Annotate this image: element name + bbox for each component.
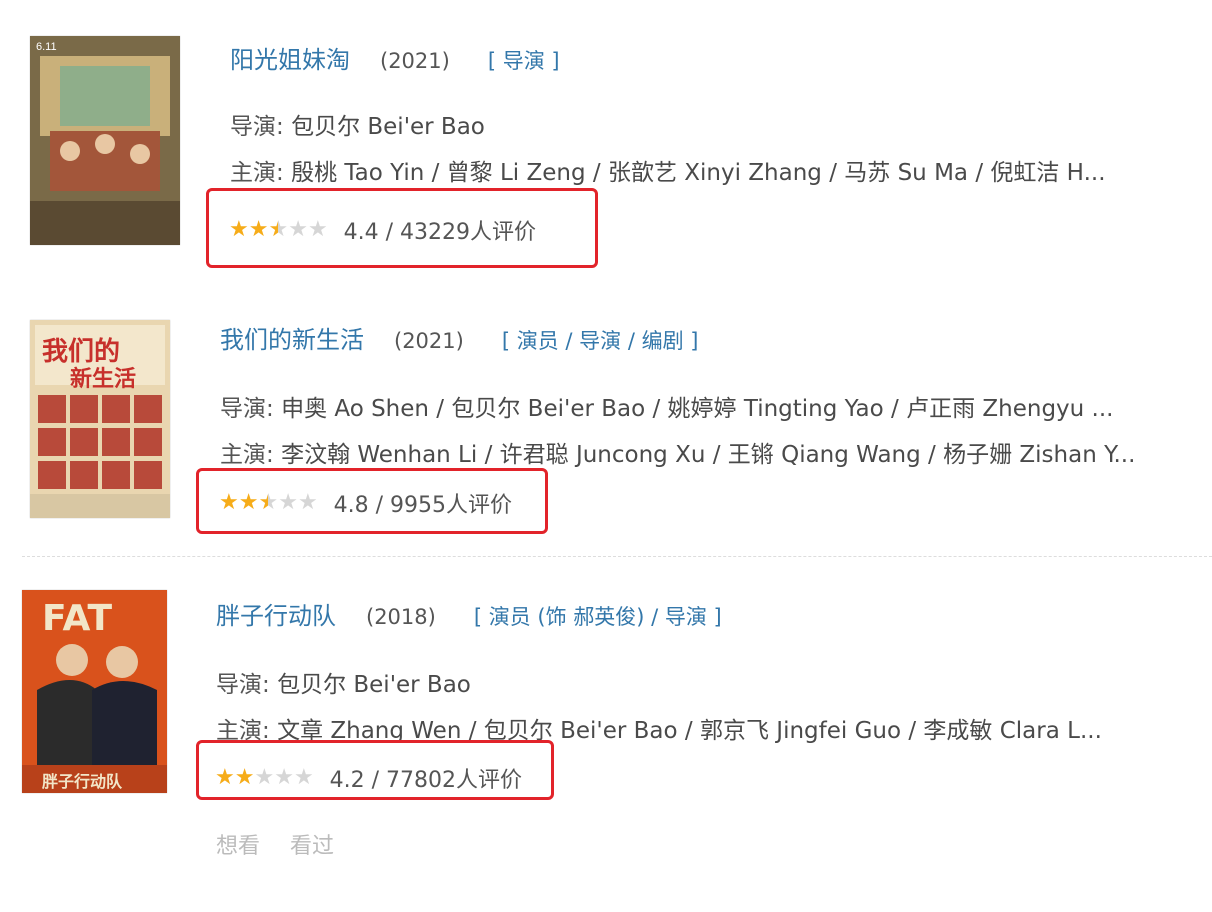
movie-actions: 想看 看过 xyxy=(216,828,334,860)
movie-rating: ★ ★ ★ ★ ★ 4.2 / 77802人评价 xyxy=(215,762,522,794)
watched-button[interactable]: 看过 xyxy=(290,828,334,860)
star-icon: ★ xyxy=(215,765,235,790)
star-icon: ★ xyxy=(274,765,294,790)
star-icon: ★ xyxy=(254,765,275,790)
want-to-watch-button[interactable]: 想看 xyxy=(216,828,260,860)
movie-roles: [ 演员 (饰 郝英俊) / 导演 ] xyxy=(473,605,722,629)
star-icon: ★ xyxy=(293,765,314,790)
movie-year: (2018) xyxy=(366,605,436,629)
rating-stars: ★ ★ ★ ★ ★ xyxy=(215,767,314,789)
director-names: 包贝尔 Bei'er Bao xyxy=(277,672,471,698)
movie-poster[interactable]: FAT 胖子行动队 xyxy=(22,590,167,793)
svg-text:FAT: FAT xyxy=(42,598,113,639)
rating-text: 4.2 / 77802人评价 xyxy=(329,768,523,793)
director-label: 导演: xyxy=(216,672,270,698)
star-icon: ★ xyxy=(234,765,255,790)
movie-item: FAT 胖子行动队 胖子行动队 (2018) [ 演员 (饰 郝英俊) / 导演… xyxy=(0,0,1212,912)
svg-text:胖子行动队: 胖子行动队 xyxy=(42,772,123,791)
director-line: 导演: 包贝尔 Bei'er Bao xyxy=(216,665,1166,699)
movie-title[interactable]: 胖子行动队 xyxy=(216,596,336,631)
